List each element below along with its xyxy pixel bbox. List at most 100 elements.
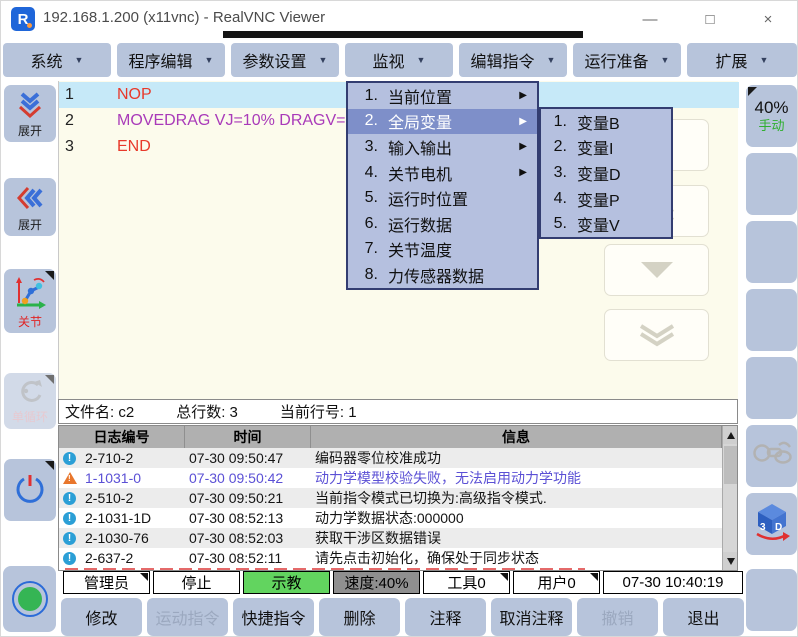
- menu-item-joint-motor[interactable]: 4.关节电机▶: [348, 160, 537, 186]
- expand-down-label: 展开: [18, 125, 42, 137]
- side-panel-button[interactable]: [746, 153, 797, 215]
- expand-down-button[interactable]: 展开: [4, 85, 56, 142]
- current-line: 当前行号: 1: [280, 401, 357, 422]
- line-number: 3: [59, 138, 117, 156]
- warning-icon: [63, 472, 77, 484]
- chevron-down-icon: ▼: [547, 55, 556, 65]
- submenu-arrow-icon: ▶: [519, 90, 527, 101]
- line-number: 1: [59, 86, 117, 104]
- submenu-item-variable-v[interactable]: 5.变量V: [541, 211, 671, 237]
- single-cycle-label: 单循环: [12, 411, 48, 423]
- log-row[interactable]: 2-637-207-30 08:52:11请先点击初始化，确保处于同步状态: [59, 548, 724, 568]
- code-text: NOP: [117, 86, 152, 104]
- expand-left-button[interactable]: 展开: [4, 178, 56, 236]
- minimize-button[interactable]: —: [633, 7, 667, 31]
- scrollbar-up-button[interactable]: [723, 426, 738, 444]
- page-down-button[interactable]: [604, 309, 709, 361]
- undo-button: 撤销: [577, 598, 658, 636]
- chevron-down-icon: ▼: [760, 55, 769, 65]
- joint-label: 关节: [18, 316, 42, 328]
- run-state-status: 停止: [153, 571, 240, 594]
- servo-power-button[interactable]: [4, 459, 56, 521]
- menu-item-global-variables[interactable]: 2.全局变量▶: [348, 109, 537, 135]
- log-row[interactable]: 2-1030-7607-30 08:52:03获取干涉区数据错误: [59, 528, 724, 548]
- user-role-status[interactable]: 管理员: [63, 571, 150, 594]
- start-button[interactable]: [3, 566, 56, 632]
- menu-item-current-position[interactable]: 1.当前位置▶: [348, 83, 537, 109]
- arrow-down-icon: [635, 258, 679, 282]
- single-cycle-button: 单循环: [4, 373, 56, 429]
- robot-arm-axes-icon: [13, 275, 47, 314]
- submenu-item-variable-d[interactable]: 3.变量D: [541, 160, 671, 186]
- scroll-down-button[interactable]: [604, 244, 709, 296]
- mode-label: 手动: [758, 118, 784, 134]
- speed-value: 40%: [754, 98, 788, 118]
- submenu-arrow-icon: ▶: [519, 167, 527, 178]
- cycle-arrow-icon: [16, 380, 44, 409]
- tool-status[interactable]: 工具0: [423, 571, 510, 594]
- side-panel-button[interactable]: [746, 221, 797, 283]
- log-row[interactable]: 2-510-207-30 09:50:21当前指令模式已切换为:高级指令模式.: [59, 488, 724, 508]
- speed-status: 速度:40%: [333, 571, 420, 594]
- info-icon: [63, 492, 76, 505]
- comment-button[interactable]: 注释: [405, 598, 486, 636]
- window-title: 192.168.1.200 (x11vnc) - RealVNC Viewer: [43, 9, 325, 26]
- power-icon: [14, 472, 46, 509]
- submenu-item-variable-i[interactable]: 2.变量I: [541, 135, 671, 161]
- menu-edit-cmd[interactable]: 编辑指令▼: [459, 43, 567, 77]
- menu-extend[interactable]: 扩展▼: [687, 43, 797, 77]
- close-button[interactable]: ×: [751, 7, 785, 31]
- submenu-item-variable-p[interactable]: 4.变量P: [541, 186, 671, 212]
- menu-item-joint-temperature[interactable]: 7.关节温度: [348, 237, 537, 263]
- variable-submenu: 1.变量B 2.变量I 3.变量D 4.变量P 5.变量V: [539, 107, 673, 239]
- quick-command-button[interactable]: 快捷指令: [233, 598, 314, 636]
- scrollbar-down-button[interactable]: [723, 552, 738, 570]
- exit-button[interactable]: 退出: [663, 598, 744, 636]
- view-3d-button[interactable]: 3D: [746, 493, 797, 555]
- arrow-down-icon: [727, 558, 735, 565]
- log-row[interactable]: 1-1031-007-30 09:50:42动力学模型校验失败，无法启用动力学功…: [59, 468, 724, 488]
- menu-bar: 系统▼ 程序编辑▼ 参数设置▼ 监视▼ 编辑指令▼ 运行准备▼ 扩展▼: [1, 38, 798, 81]
- teach-mode-status: 示教: [243, 571, 330, 594]
- code-text: MOVEDRAG VJ=10% DRAGV=10: [117, 112, 363, 130]
- menu-program[interactable]: 程序编辑▼: [117, 43, 225, 77]
- menu-item-force-sensor-data[interactable]: 8.力传感器数据: [348, 262, 537, 288]
- menu-params[interactable]: 参数设置▼: [231, 43, 339, 77]
- menu-run-prep[interactable]: 运行准备▼: [573, 43, 681, 77]
- menu-system[interactable]: 系统▼: [3, 43, 111, 77]
- datetime-status: 07-30 10:40:19: [603, 571, 743, 594]
- chevron-down-icon: ▼: [661, 55, 670, 65]
- chevron-down-icon: ▼: [417, 55, 426, 65]
- info-icon: [63, 512, 76, 525]
- log-scrollbar[interactable]: [722, 426, 737, 570]
- delete-button[interactable]: 删除: [319, 598, 400, 636]
- side-panel-button[interactable]: [746, 289, 797, 351]
- side-panel-button[interactable]: [746, 569, 797, 631]
- file-name: 文件名: c2: [65, 401, 134, 422]
- side-panel-button[interactable]: [746, 357, 797, 419]
- monitor-dropdown-menu: 1.当前位置▶ 2.全局变量▶ 3.输入输出▶ 4.关节电机▶ 5.运行时位置 …: [346, 81, 539, 290]
- log-panel: 日志编号 时间 信息 2-710-207-30 09:50:47编码器零位校准成…: [58, 425, 738, 571]
- log-header-message: 信息: [311, 426, 722, 448]
- submenu-item-variable-b[interactable]: 1.变量B: [541, 109, 671, 135]
- log-row[interactable]: 2-1031-1D07-30 08:52:13动力学数据状态:000000: [59, 508, 724, 528]
- drag-teach-button[interactable]: [746, 425, 797, 487]
- user-frame-status[interactable]: 用户0: [513, 571, 600, 594]
- 3d-cube-icon: 3D: [752, 501, 792, 548]
- menu-item-io[interactable]: 3.输入输出▶: [348, 134, 537, 160]
- expand-left-label: 展开: [18, 219, 42, 231]
- line-number: 2: [59, 112, 117, 130]
- modify-button[interactable]: 修改: [61, 598, 142, 636]
- uncomment-button[interactable]: 取消注释: [491, 598, 572, 636]
- total-lines: 总行数: 3: [176, 401, 238, 422]
- menu-monitor[interactable]: 监视▼: [345, 43, 453, 77]
- log-row[interactable]: 2-710-207-30 09:50:47编码器零位校准成功: [59, 448, 724, 468]
- speed-mode-button[interactable]: 40% 手动: [746, 85, 797, 147]
- code-text: END: [117, 138, 151, 156]
- motion-command-button: 运动指令: [147, 598, 228, 636]
- maximize-button[interactable]: □: [693, 7, 727, 31]
- menu-item-run-data[interactable]: 6.运行数据: [348, 211, 537, 237]
- menu-item-runtime-position[interactable]: 5.运行时位置: [348, 185, 537, 211]
- joint-mode-button[interactable]: 关节: [4, 269, 56, 333]
- scrollbar-thumb[interactable]: [724, 446, 737, 484]
